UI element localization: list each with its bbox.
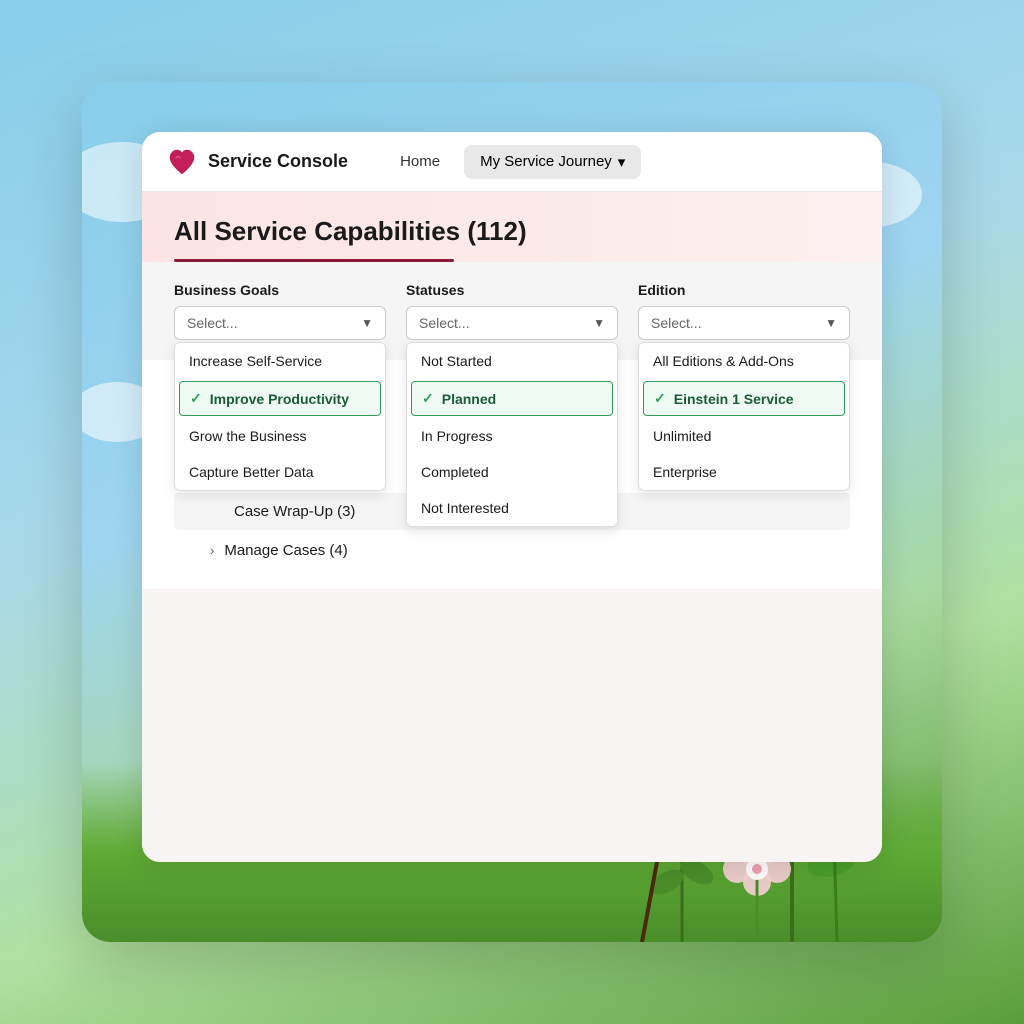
result-manage-cases[interactable]: › Manage Cases (4) xyxy=(174,532,850,569)
edition-arrow: ▼ xyxy=(825,316,837,330)
brand-name: Service Console xyxy=(208,151,348,172)
edition-select[interactable]: Select... ▼ xyxy=(638,306,850,340)
nav-item-journey-label: My Service Journey xyxy=(480,153,612,170)
nav-item-journey[interactable]: My Service Journey ▾ xyxy=(464,145,641,179)
business-goals-select[interactable]: Select... ▼ xyxy=(174,306,386,340)
statuses-select[interactable]: Select... ▼ xyxy=(406,306,618,340)
business-goals-label: Business Goals xyxy=(174,282,386,298)
chevron-down-icon: ▾ xyxy=(618,153,626,171)
statuses-filter: Statuses Select... ▼ Not Started ✓ Plann… xyxy=(406,282,618,340)
statuses-item-2[interactable]: In Progress xyxy=(407,418,617,454)
nav-item-home[interactable]: Home xyxy=(380,145,460,178)
business-goals-filter: Business Goals Select... ▼ Increase Self… xyxy=(174,282,386,340)
business-goals-item-1[interactable]: ✓ Improve Productivity xyxy=(179,381,381,416)
statuses-item-1[interactable]: ✓ Planned xyxy=(411,381,613,416)
business-goals-dropdown: Increase Self-Service ✓ Improve Producti… xyxy=(174,342,386,491)
edition-item-1[interactable]: ✓ Einstein 1 Service xyxy=(643,381,845,416)
nav-items: Home My Service Journey ▾ xyxy=(380,145,641,179)
page-title: All Service Capabilities (112) xyxy=(174,216,850,247)
statuses-item-3[interactable]: Completed xyxy=(407,454,617,490)
edition-label: Edition xyxy=(638,282,850,298)
check-icon-edition: ✓ xyxy=(654,390,666,407)
edition-item-1-label: Einstein 1 Service xyxy=(674,391,794,407)
statuses-item-0[interactable]: Not Started xyxy=(407,343,617,379)
outer-container: Service Console Home My Service Journey … xyxy=(82,82,942,942)
edition-placeholder: Select... xyxy=(651,315,702,331)
statuses-item-1-label: Planned xyxy=(442,391,496,407)
statuses-placeholder: Select... xyxy=(419,315,470,331)
business-goals-arrow: ▼ xyxy=(361,316,373,330)
manage-cases-label: Manage Cases (4) xyxy=(224,542,347,559)
heart-icon xyxy=(166,146,198,178)
main-card: Service Console Home My Service Journey … xyxy=(142,132,882,862)
business-goals-item-0[interactable]: Increase Self-Service xyxy=(175,343,385,379)
filters-section: Business Goals Select... ▼ Increase Self… xyxy=(142,262,882,360)
nav-bar: Service Console Home My Service Journey … xyxy=(142,132,882,192)
check-icon-business: ✓ xyxy=(190,390,202,407)
brand: Service Console xyxy=(166,146,348,178)
edition-item-3[interactable]: Enterprise xyxy=(639,454,849,490)
business-goals-item-1-label: Improve Productivity xyxy=(210,391,349,407)
edition-item-0[interactable]: All Editions & Add-Ons xyxy=(639,343,849,379)
business-goals-item-3[interactable]: Capture Better Data xyxy=(175,454,385,490)
statuses-dropdown: Not Started ✓ Planned In Progress Comple… xyxy=(406,342,618,527)
edition-filter: Edition Select... ▼ All Editions & Add-O… xyxy=(638,282,850,340)
edition-dropdown: All Editions & Add-Ons ✓ Einstein 1 Serv… xyxy=(638,342,850,491)
statuses-label: Statuses xyxy=(406,282,618,298)
content-area: All Service Capabilities (112) Business … xyxy=(142,192,882,862)
page-header: All Service Capabilities (112) xyxy=(142,192,882,262)
business-goals-item-2[interactable]: Grow the Business xyxy=(175,418,385,454)
edition-item-2[interactable]: Unlimited xyxy=(639,418,849,454)
statuses-item-4[interactable]: Not Interested xyxy=(407,490,617,526)
case-wrapup-label: Case Wrap-Up (3) xyxy=(234,503,355,520)
statuses-arrow: ▼ xyxy=(593,316,605,330)
check-icon-status: ✓ xyxy=(422,390,434,407)
business-goals-placeholder: Select... xyxy=(187,315,238,331)
chevron-right-manage-cases: › xyxy=(210,543,214,558)
